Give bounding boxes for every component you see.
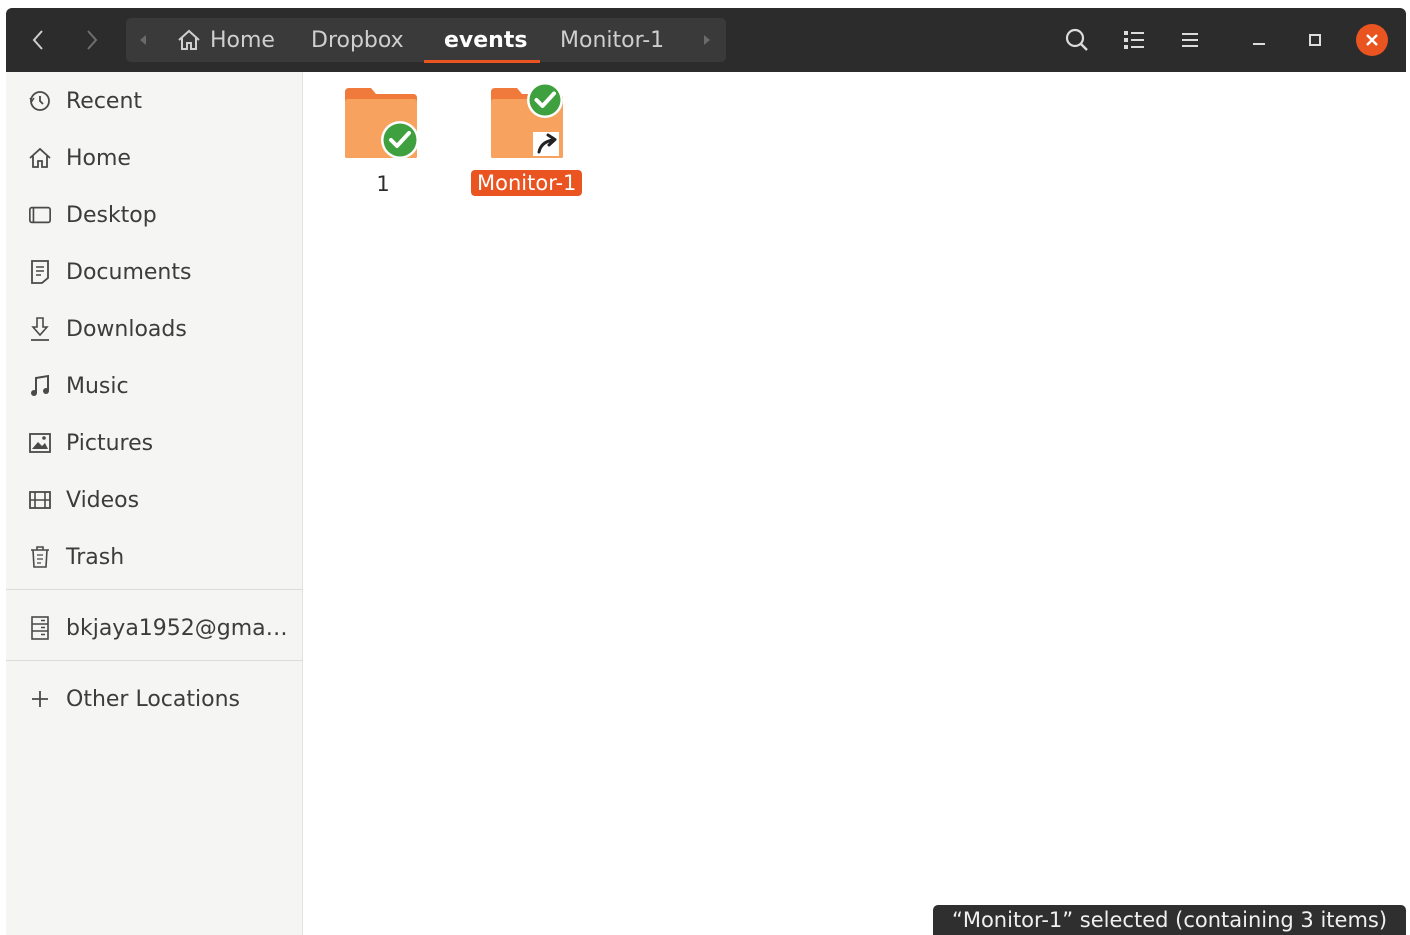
sidebar-item-downloads[interactable]: Downloads bbox=[6, 304, 303, 354]
file-item-folder-1[interactable]: 1 bbox=[343, 84, 423, 196]
sidebar-item-label: Pictures bbox=[66, 430, 154, 456]
sidebar-item-trash[interactable]: Trash bbox=[6, 532, 303, 582]
close-icon bbox=[1356, 24, 1388, 56]
sidebar-item-music[interactable]: Music bbox=[6, 361, 303, 411]
folder-icon bbox=[345, 88, 419, 159]
sidebar-item-account[interactable]: bkjaya1952@gma… bbox=[6, 603, 303, 653]
path-segment-events[interactable]: events bbox=[444, 18, 527, 62]
sidebar-divider bbox=[6, 660, 303, 661]
file-name: Monitor-1 bbox=[471, 170, 583, 196]
minimize-button[interactable] bbox=[1241, 22, 1277, 58]
path-scroll-left-button[interactable] bbox=[138, 18, 148, 62]
chevron-left-icon bbox=[32, 30, 43, 50]
sidebar-item-label: Videos bbox=[66, 487, 140, 513]
sidebar-item-recent[interactable]: Recent bbox=[6, 76, 303, 126]
path-segment-label: Home bbox=[210, 27, 275, 53]
path-bar: Home Dropbox events Monitor-1 bbox=[126, 18, 726, 63]
path-scroll-right-button[interactable] bbox=[702, 18, 712, 62]
sidebar-item-other-locations[interactable]: Other Locations bbox=[6, 674, 303, 724]
sidebar-item-label: Recent bbox=[66, 88, 143, 114]
search-icon bbox=[1065, 28, 1088, 51]
minimize-icon bbox=[1253, 43, 1265, 45]
sidebar-item-label: Other Locations bbox=[66, 686, 240, 712]
menu-icon bbox=[1182, 33, 1198, 47]
path-segment-label: Monitor-1 bbox=[560, 27, 665, 53]
search-button[interactable] bbox=[1059, 22, 1095, 58]
path-segment-dropbox[interactable]: Dropbox bbox=[311, 18, 404, 62]
path-segment-home[interactable]: Home bbox=[176, 18, 275, 62]
sidebar-item-videos[interactable]: Videos bbox=[6, 475, 303, 525]
document-icon bbox=[28, 260, 52, 284]
status-overlay: “Monitor-1” selected (containing 3 items… bbox=[933, 905, 1406, 935]
path-segment-monitor-1[interactable]: Monitor-1 bbox=[560, 18, 664, 62]
sidebar-item-label: Home bbox=[66, 145, 131, 171]
home-icon bbox=[28, 146, 52, 170]
sidebar-item-label: Desktop bbox=[66, 202, 157, 228]
sidebar-item-label: Documents bbox=[66, 259, 192, 285]
forward-button[interactable] bbox=[74, 22, 110, 58]
file-item-monitor-1[interactable]: Monitor-1 bbox=[468, 84, 593, 200]
desktop-icon bbox=[28, 203, 52, 227]
menu-button[interactable] bbox=[1172, 22, 1208, 58]
download-icon bbox=[28, 317, 52, 341]
trash-icon bbox=[28, 545, 52, 569]
view-toggle-button[interactable] bbox=[1116, 22, 1152, 58]
path-segment-label: Dropbox bbox=[311, 27, 404, 53]
triangle-left-icon bbox=[140, 35, 146, 45]
film-icon bbox=[28, 488, 52, 512]
file-manager-window: Home Dropbox events Monitor-1 Recent Hom… bbox=[6, 8, 1406, 935]
sidebar-item-desktop[interactable]: Desktop bbox=[6, 190, 303, 240]
maximize-button[interactable] bbox=[1297, 22, 1333, 58]
sidebar-item-label: Downloads bbox=[66, 316, 187, 342]
chevron-right-icon bbox=[87, 30, 98, 50]
home-icon bbox=[178, 29, 200, 50]
active-segment-indicator bbox=[424, 60, 540, 63]
header-bar: Home Dropbox events Monitor-1 bbox=[6, 8, 1406, 72]
triangle-right-icon bbox=[704, 35, 710, 45]
maximize-icon bbox=[1309, 34, 1321, 46]
picture-icon bbox=[28, 431, 52, 455]
sidebar-item-label: bkjaya1952@gma… bbox=[66, 615, 288, 641]
sidebar-item-documents[interactable]: Documents bbox=[6, 247, 303, 297]
sidebar-divider bbox=[6, 589, 303, 590]
sidebar-item-label: Music bbox=[66, 373, 129, 399]
close-button[interactable] bbox=[1354, 22, 1390, 58]
sidebar-item-pictures[interactable]: Pictures bbox=[6, 418, 303, 468]
symlink-arrow-icon bbox=[533, 132, 559, 156]
sidebar-item-label: Trash bbox=[66, 544, 125, 570]
back-button[interactable] bbox=[20, 22, 56, 58]
music-note-icon bbox=[28, 374, 52, 398]
clock-icon bbox=[28, 89, 52, 113]
path-segment-label: events bbox=[444, 27, 528, 53]
folder-link-icon bbox=[491, 84, 563, 158]
sync-ok-icon bbox=[381, 121, 419, 159]
sidebar: Recent Home Desktop Documents Downloads … bbox=[6, 72, 303, 935]
server-icon bbox=[28, 616, 52, 640]
plus-icon bbox=[28, 687, 52, 711]
file-view: 1 Monitor-1 bbox=[303, 72, 1406, 935]
file-name: 1 bbox=[376, 172, 390, 196]
list-view-icon bbox=[1124, 31, 1144, 49]
sidebar-item-home[interactable]: Home bbox=[6, 133, 303, 183]
